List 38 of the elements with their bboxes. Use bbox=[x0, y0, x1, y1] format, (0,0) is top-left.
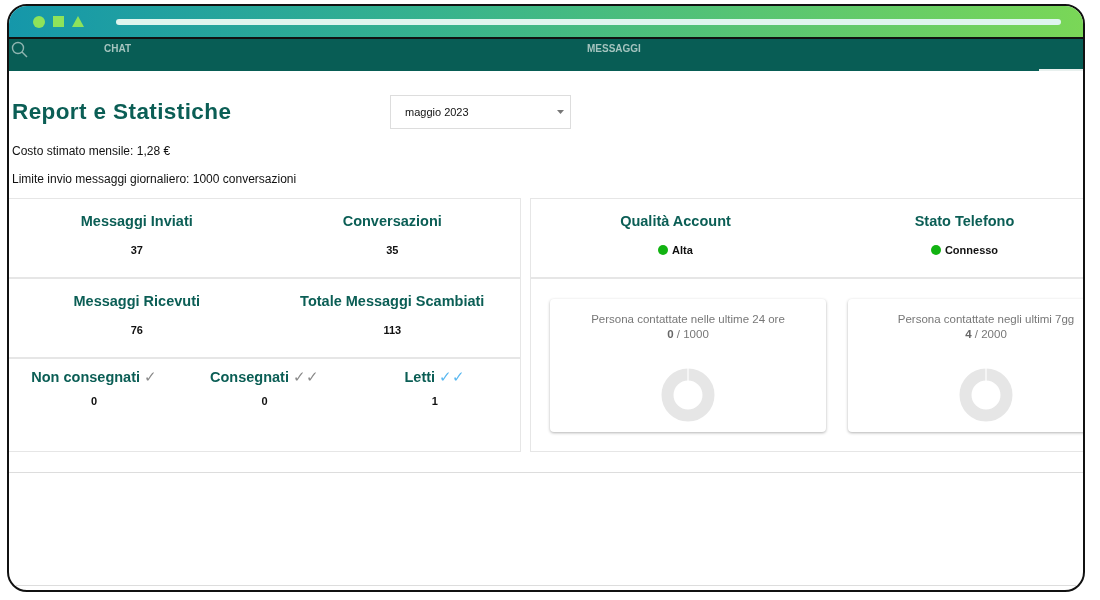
info-text: Costo stimato mensile: 1,28 € bbox=[12, 144, 172, 158]
status-label: Stato Telefono bbox=[914, 213, 1015, 229]
status-value: Alta bbox=[672, 244, 693, 256]
stat-value: 1 bbox=[431, 395, 438, 407]
stat-value: 113 bbox=[383, 324, 402, 336]
stat-label: Conversazioni bbox=[342, 213, 442, 229]
stat-label: Non consegnati bbox=[31, 369, 141, 385]
check-mark: ✓✓ bbox=[292, 368, 319, 386]
stat-label: Messaggi Inviati bbox=[80, 213, 193, 229]
stat-label: Totale Messaggi Scambiati bbox=[300, 293, 485, 309]
info-text: Limite invio messaggi giornaliero: 1000 conversazioni bbox=[12, 172, 298, 186]
usage-count: 4 / 2000 bbox=[965, 328, 1007, 340]
usage-count: 0 / 1000 bbox=[667, 328, 709, 340]
card-title: Persona contattate negli ultimi 7gg bbox=[897, 313, 1075, 325]
stat-label: Letti bbox=[404, 369, 436, 385]
circle-icon bbox=[33, 15, 45, 28]
check-mark: ✓✓ bbox=[439, 368, 466, 386]
status-label: Qualità Account bbox=[620, 213, 731, 229]
search-icon[interactable] bbox=[11, 41, 28, 58]
stat-value: 0 bbox=[261, 395, 268, 407]
status-value: Connesso bbox=[944, 244, 999, 256]
stat-value: 35 bbox=[386, 244, 399, 256]
month-dropdown[interactable]: maggio 2023 bbox=[390, 95, 571, 129]
donut-drawing bbox=[959, 368, 1013, 422]
stat-value: 0 bbox=[91, 395, 98, 407]
donut-drawing bbox=[661, 368, 715, 422]
nav-tab[interactable]: MESSAGGI bbox=[587, 43, 641, 54]
square-icon bbox=[53, 16, 64, 27]
check-mark: ✓ bbox=[144, 368, 158, 386]
page-title: Report e Statistiche bbox=[12, 99, 233, 125]
triangle-icon bbox=[72, 16, 84, 27]
caret-icon bbox=[557, 110, 564, 114]
stat-label: Messaggi Ricevuti bbox=[73, 293, 200, 309]
stat-label: Consegnati bbox=[210, 369, 289, 385]
stat-value: 76 bbox=[130, 324, 143, 336]
card-title: Persona contattate nelle ultime 24 ore bbox=[591, 313, 785, 325]
stat-value: 37 bbox=[130, 244, 143, 256]
nav-tab[interactable]: CHAT bbox=[104, 43, 132, 54]
